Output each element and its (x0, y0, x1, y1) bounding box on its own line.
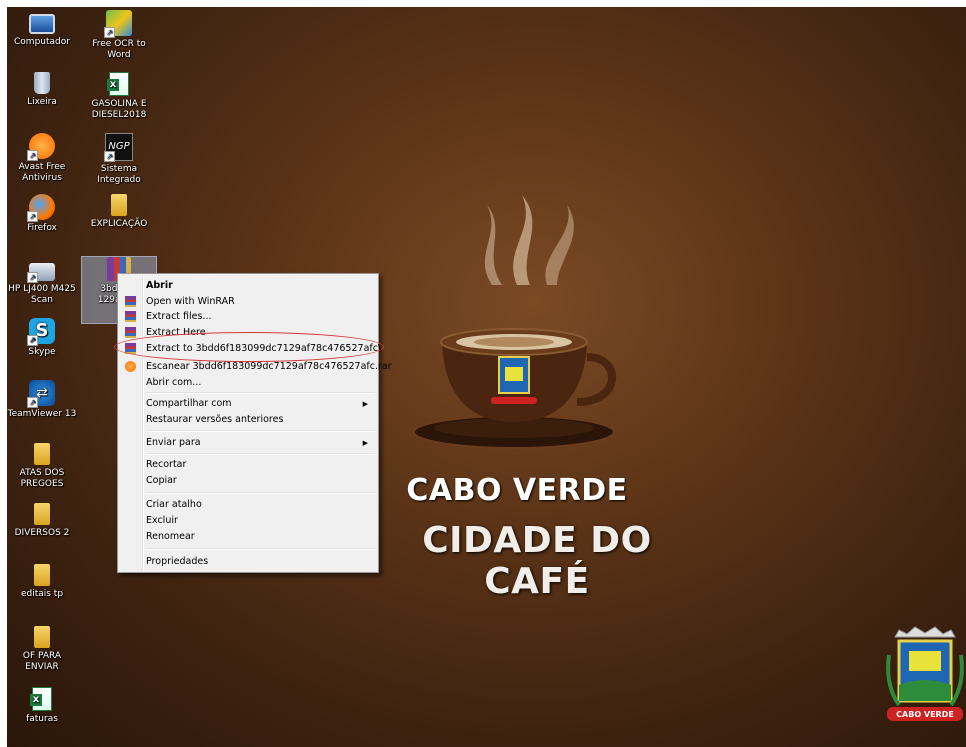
desktop-icon-label: faturas (26, 714, 58, 724)
menu-separator (146, 392, 375, 394)
menu-item-label: Extract Here (146, 327, 206, 338)
avast-icon (27, 133, 55, 161)
desktop-icon-left-4[interactable]: HP LJ400 M425 Scan (7, 257, 79, 306)
menu-item-label: Abrir (146, 280, 173, 291)
menu-item-label: Excluir (146, 515, 178, 526)
winrar-icon (125, 311, 136, 322)
excel-icon (107, 72, 129, 96)
menu-item-label: Extract to 3bdd6f183099dc7129af78c476527… (146, 343, 382, 354)
menu-item-label: Propriedades (146, 556, 209, 567)
desktop-icon-left-11[interactable]: faturas (7, 687, 79, 725)
desktop-icon-label: Computador (14, 37, 70, 47)
desktop-icon-left-2[interactable]: Avast Free Antivirus (7, 133, 79, 184)
folder-icon (34, 626, 50, 648)
desktop-icon-label: editais tp (20, 589, 64, 599)
desktop-icon-left-9[interactable]: editais tp (7, 564, 79, 600)
menu-item-extract-here[interactable]: Extract Here (120, 325, 376, 341)
menu-item-label: Compartilhar com (146, 398, 232, 409)
menu-separator (146, 430, 375, 432)
menu-item-open-with-winrar[interactable]: Open with WinRAR (120, 294, 376, 310)
submenu-arrow-icon: ▶ (362, 439, 368, 447)
desktop-icon-right-1[interactable]: GASOLINA E DIESEL2018 (82, 72, 156, 121)
menu-item-propriedades[interactable]: Propriedades (120, 554, 376, 570)
steam-graphic (484, 195, 574, 285)
menu-item-compartilhar-com[interactable]: Compartilhar com ▶ (120, 396, 376, 412)
menu-separator (146, 453, 375, 455)
menu-item-label: Restaurar versões anteriores (146, 414, 284, 425)
wallpaper-title-line1: CABO VERDE (406, 473, 628, 508)
menu-item-label: Copiar (146, 475, 177, 486)
menu-item-label: Renomear (146, 531, 195, 542)
desktop-icon-label: TeamViewer 13 (7, 409, 77, 419)
desktop-icon-label: HP LJ400 M425 Scan (8, 284, 76, 305)
menu-item-recortar[interactable]: Recortar (120, 457, 376, 473)
desktop-icon-left-6[interactable]: ⇄TeamViewer 13 (7, 380, 79, 420)
menu-item-escanear-3bdd6f183099dc7129af78c476527afc-rar[interactable]: Escanear 3bdd6f183099dc7129af78c476527af… (120, 359, 392, 375)
desktop-icon-label: Avast Free Antivirus (18, 162, 66, 183)
desktop-icon-left-3[interactable]: Firefox (7, 194, 79, 234)
menu-separator (146, 492, 375, 494)
menu-item-label: Enviar para (146, 437, 201, 448)
ocr-icon (104, 10, 132, 38)
avast-icon (125, 361, 136, 372)
desktop-icon-label: Lixeira (27, 97, 57, 107)
winrar-icon (125, 296, 136, 307)
excel-icon (30, 687, 52, 711)
desktop-icon-right-2[interactable]: NGPSistema Integrado (82, 133, 156, 186)
desktop-icon-right-0[interactable]: Free OCR to Word (82, 10, 156, 61)
firefox-icon (27, 194, 55, 222)
menu-item-copiar[interactable]: Copiar (120, 473, 376, 489)
ngp-icon: NGP (104, 133, 133, 162)
menu-item-extract-to-3bdd6f183099dc7129af78c476527afc[interactable]: Extract to 3bdd6f183099dc7129af78c476527… (120, 341, 381, 357)
folder-icon (34, 564, 50, 586)
crest-banner-text: CABO VERDE (896, 710, 954, 719)
desktop-icon-label: DIVERSOS 2 (14, 528, 70, 538)
menu-item-label: Escanear 3bdd6f183099dc7129af78c476527af… (146, 361, 392, 372)
printer-icon (27, 263, 55, 283)
desktop-icon-left-1[interactable]: Lixeira (7, 72, 79, 108)
coffee-cup-graphic (413, 328, 616, 449)
desktop-icon-left-0[interactable]: Computador (7, 10, 79, 48)
desktop-icon-label: ATAS DOS PREGOES (19, 468, 65, 489)
desktop-icon-label: Free OCR to Word (92, 39, 146, 60)
menu-item-label: Recortar (146, 459, 187, 470)
menu-item-abrir-com[interactable]: Abrir com... (120, 375, 376, 391)
desktop-icon-label: OF PARA ENVIAR (22, 651, 62, 672)
menu-item-extract-files[interactable]: Extract files... (120, 309, 376, 325)
desktop-icon-right-3[interactable]: EXPLICAÇÃO (82, 194, 156, 230)
menu-item-criar-atalho[interactable]: Criar atalho (120, 497, 376, 513)
menu-item-label: Open with WinRAR (146, 296, 235, 307)
context-menu: Abrir Open with WinRAR Extract files... Ext… (117, 273, 392, 573)
desktop-icon-left-5[interactable]: SSkype (7, 318, 79, 358)
desktop-icon-left-10[interactable]: OF PARA ENVIAR (7, 626, 79, 673)
computer-icon (29, 14, 55, 34)
menu-item-renomear[interactable]: Renomear (120, 529, 376, 545)
desktop-icon-label: Sistema Integrado (97, 164, 141, 185)
menu-item-abrir[interactable]: Abrir (120, 278, 376, 294)
desktop-icon-label: EXPLICAÇÃO (90, 219, 148, 229)
menu-item-restaurar-vers-es-anteriores[interactable]: Restaurar versões anteriores (120, 412, 376, 428)
menu-item-label: Extract files... (146, 311, 212, 322)
wallpaper-title-line2: CIDADE DO CAFÉ (422, 520, 652, 602)
recycle-bin-icon (34, 72, 50, 94)
teamviewer-icon: ⇄ (27, 380, 55, 408)
winrar-icon (125, 327, 136, 338)
folder-icon (111, 194, 127, 216)
folder-icon (34, 503, 50, 525)
desktop-icon-label: GASOLINA E DIESEL2018 (91, 99, 147, 120)
desktop-icon-label: Firefox (27, 223, 57, 233)
folder-icon (34, 443, 50, 465)
desktop-icon-left-7[interactable]: ATAS DOS PREGOES (7, 443, 79, 490)
menu-separator (146, 548, 375, 550)
winrar-icon (125, 343, 136, 354)
menu-item-excluir[interactable]: Excluir (120, 513, 376, 529)
menu-item-label: Criar atalho (146, 499, 202, 510)
desktop-icon-label: Skype (28, 347, 56, 357)
menu-item-enviar-para[interactable]: Enviar para ▶ (120, 435, 376, 451)
desktop-icon-left-8[interactable]: DIVERSOS 2 (7, 503, 79, 539)
municipal-crest-graphic: CABO VERDE (886, 626, 964, 721)
menu-item-label: Abrir com... (146, 377, 202, 388)
skype-icon: S (27, 318, 55, 346)
submenu-arrow-icon: ▶ (362, 400, 368, 408)
